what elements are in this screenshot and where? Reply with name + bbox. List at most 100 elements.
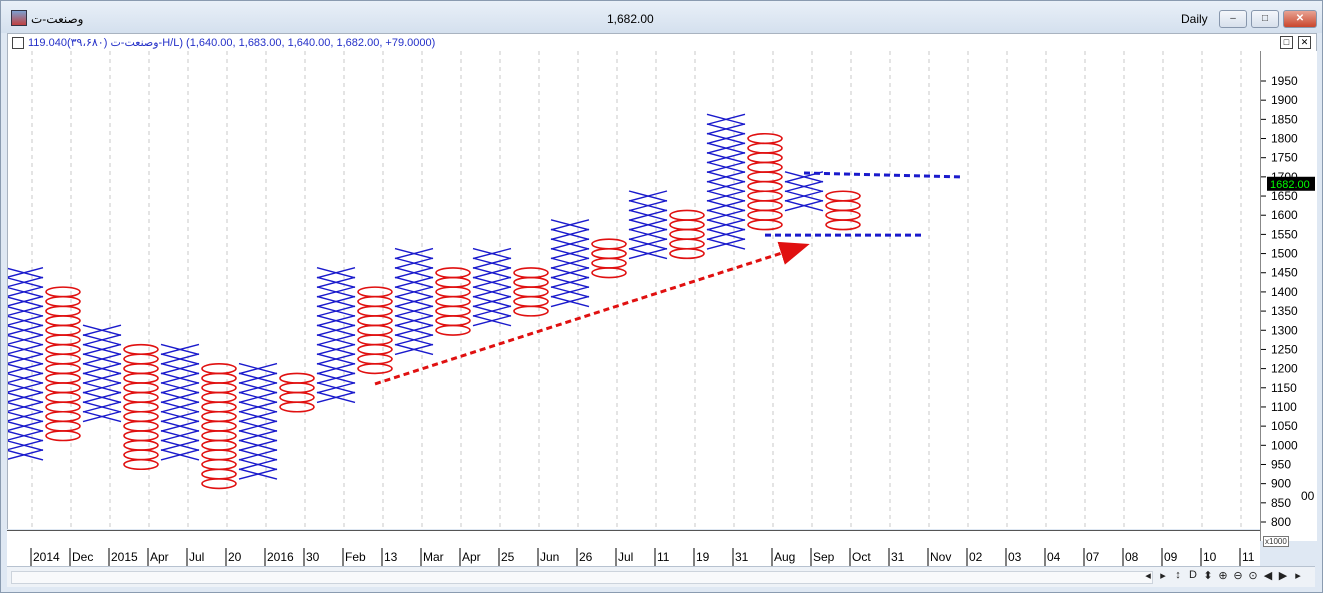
x-mark bbox=[394, 343, 434, 356]
x-mark bbox=[550, 295, 590, 308]
x-mark bbox=[472, 314, 512, 327]
x-mark bbox=[238, 382, 278, 394]
scroll-track[interactable] bbox=[11, 571, 1153, 584]
x-mark bbox=[238, 449, 278, 461]
x-mark bbox=[472, 305, 512, 317]
chart-app-icon[interactable] bbox=[11, 10, 27, 26]
scale-badge: x1000 bbox=[1263, 536, 1289, 547]
o-mark bbox=[279, 391, 315, 403]
y-tick-label: 1350 bbox=[1271, 304, 1298, 318]
x-mark bbox=[706, 190, 746, 202]
x-mark bbox=[4, 353, 44, 365]
window-last-price: 1,682.00 bbox=[607, 12, 654, 26]
o-mark bbox=[591, 267, 627, 279]
o-mark bbox=[513, 276, 549, 288]
o-mark bbox=[45, 401, 81, 413]
pane-close-button[interactable]: ✕ bbox=[1298, 36, 1311, 49]
x-mark bbox=[550, 219, 590, 231]
x-mark bbox=[4, 286, 44, 298]
x-mark bbox=[628, 209, 668, 221]
x-mark bbox=[628, 190, 668, 202]
pane-maximize-button[interactable]: □ bbox=[1280, 36, 1293, 49]
x-mark bbox=[82, 372, 122, 384]
o-mark bbox=[513, 267, 549, 279]
scroll-control[interactable]: ⊙ bbox=[1246, 569, 1260, 582]
scroll-control[interactable]: ⊕ bbox=[1216, 569, 1230, 582]
o-mark bbox=[669, 247, 705, 260]
x-mark bbox=[472, 247, 512, 260]
chart-scrollbar[interactable]: ◂ ▸ ↕ D ⬍ ⊕ ⊖ ⊙ ◀ ▶ ▸ bbox=[7, 566, 1315, 587]
x-tick-label: Jun bbox=[540, 550, 559, 564]
y-tick-label: 1250 bbox=[1271, 342, 1298, 356]
x-mark bbox=[238, 430, 278, 442]
y-tick-label: 1300 bbox=[1271, 323, 1298, 337]
scroll-control[interactable]: ↕ bbox=[1171, 569, 1185, 581]
y-tick-label: 850 bbox=[1271, 496, 1291, 510]
x-tick-label: 08 bbox=[1125, 550, 1139, 564]
x-mark bbox=[706, 132, 746, 145]
chart-plot-area[interactable] bbox=[4, 51, 1261, 529]
o-mark bbox=[279, 382, 315, 394]
y-tick-label: 1450 bbox=[1271, 266, 1298, 280]
title-bar[interactable]: وصنعت-ت 1,682.00 Daily – □ ✕ bbox=[1, 1, 1322, 33]
scroll-control[interactable]: ▸ bbox=[1156, 569, 1170, 582]
y-tick-label: 1900 bbox=[1271, 93, 1298, 107]
o-mark bbox=[123, 430, 159, 442]
chart-window: وصنعت-ت 1,682.00 Daily – □ ✕ وصنعت-ت (۳۹… bbox=[0, 0, 1323, 593]
x-mark bbox=[4, 420, 44, 432]
o-mark bbox=[279, 401, 315, 413]
scroll-control[interactable]: ▶ bbox=[1276, 569, 1290, 582]
y-tick-label: 1500 bbox=[1271, 247, 1298, 261]
o-mark bbox=[435, 324, 471, 336]
trend-arrow[interactable] bbox=[374, 241, 810, 386]
support-line[interactable] bbox=[803, 171, 961, 179]
x-mark bbox=[706, 161, 746, 173]
o-mark bbox=[591, 247, 627, 260]
minimize-button[interactable]: – bbox=[1219, 10, 1247, 28]
x-tick-label: 09 bbox=[1164, 550, 1178, 564]
x-mark bbox=[628, 199, 668, 212]
x-tick-label: Oct bbox=[852, 550, 871, 564]
o-mark bbox=[591, 257, 627, 269]
o-mark bbox=[747, 209, 783, 221]
x-mark bbox=[472, 286, 512, 298]
scroll-control[interactable]: ◂ bbox=[1141, 569, 1155, 582]
x-mark bbox=[238, 458, 278, 471]
o-mark bbox=[357, 334, 393, 346]
y-tick-label: 1550 bbox=[1271, 227, 1298, 241]
o-mark bbox=[201, 449, 237, 461]
o-mark bbox=[123, 410, 159, 423]
x-mark bbox=[394, 267, 434, 279]
o-mark bbox=[201, 382, 237, 394]
o-mark bbox=[435, 305, 471, 317]
price-axis[interactable]: 800 850 900 950 1000 1050 1100 1150 1200 1250 1300… bbox=[1260, 51, 1317, 541]
x-mark bbox=[316, 267, 356, 279]
o-mark bbox=[201, 420, 237, 432]
o-mark bbox=[201, 372, 237, 384]
series-checkbox[interactable] bbox=[12, 37, 24, 49]
x-mark bbox=[394, 295, 434, 308]
scroll-control[interactable]: ⬍ bbox=[1201, 569, 1215, 582]
x-mark bbox=[4, 276, 44, 289]
x-mark bbox=[238, 391, 278, 404]
scroll-control[interactable]: ▸ bbox=[1291, 569, 1305, 582]
x-mark bbox=[316, 286, 356, 298]
pnf-chart bbox=[4, 51, 1242, 529]
window-symbol: وصنعت-ت bbox=[31, 12, 84, 26]
x-mark bbox=[160, 410, 200, 423]
x-tick-label: 11 bbox=[657, 550, 670, 564]
y-tick-label: 1800 bbox=[1271, 132, 1298, 146]
window-period[interactable]: Daily bbox=[1181, 12, 1208, 26]
scroll-control[interactable]: ◀ bbox=[1261, 569, 1275, 582]
scroll-control[interactable]: D bbox=[1186, 569, 1200, 581]
scroll-control[interactable]: ⊖ bbox=[1231, 569, 1245, 582]
x-mark bbox=[706, 219, 746, 231]
maximize-button[interactable]: □ bbox=[1251, 10, 1279, 28]
o-mark bbox=[201, 410, 237, 423]
close-button[interactable]: ✕ bbox=[1283, 10, 1317, 28]
x-tick-label: 20 bbox=[228, 550, 242, 564]
x-mark bbox=[82, 343, 122, 356]
o-mark bbox=[45, 295, 81, 308]
time-axis[interactable]: 2014 Dec 2015 Apr Jul 20 2016 30 Feb 13 Mar Apr 25 Ju… bbox=[7, 548, 1260, 566]
o-mark bbox=[825, 209, 861, 221]
